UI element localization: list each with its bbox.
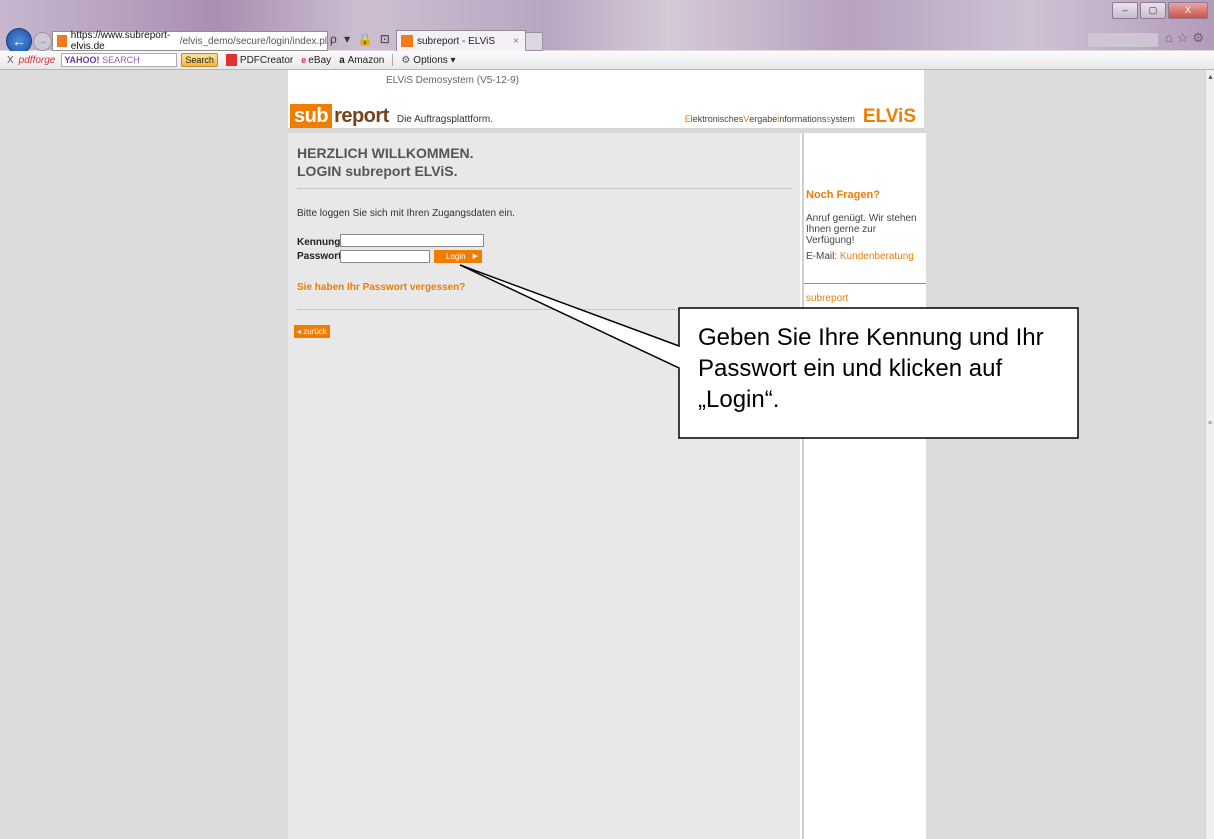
- amazon-link[interactable]: a Amazon: [339, 55, 384, 66]
- tab-title: subreport - ELViS: [417, 35, 496, 47]
- forgot-password-link[interactable]: Sie haben Ihr Passwort vergessen?: [297, 282, 465, 293]
- yahoo-placeholder: SEARCH: [102, 55, 140, 65]
- tab-close-icon[interactable]: ×: [513, 36, 519, 47]
- elvis-word-4: ystem: [830, 114, 855, 124]
- browser-search-box[interactable]: [1088, 33, 1158, 47]
- elvis-word-2: ergabe: [749, 114, 778, 124]
- ebay-icon: e: [301, 55, 307, 65]
- scroll-up-icon[interactable]: ▲: [1207, 74, 1214, 81]
- amazon-icon: a: [339, 54, 345, 66]
- options-label: Options ▾: [413, 54, 456, 66]
- browser-title-bar: – ▢ X ← → https://www.subreport-elvis.de…: [0, 0, 1214, 54]
- dotted-divider: [297, 188, 791, 189]
- elvis-header: Elektronisches Vergabe i nformations s ystem…: [685, 106, 916, 128]
- sidebar-divider: [804, 283, 926, 284]
- login-panel: HERZLICH WILLKOMMEN. LOGIN subreport ELV…: [288, 133, 800, 839]
- address-bar[interactable]: https://www.subreport-elvis.de/elvis_dem…: [52, 30, 328, 52]
- ebay-label: eBay: [308, 54, 332, 66]
- passwort-input[interactable]: [340, 250, 430, 263]
- settings-gear-icon[interactable]: ⚙: [1192, 30, 1208, 45]
- arrow-right-icon: ▶: [472, 253, 478, 260]
- login-button[interactable]: Login ▶: [434, 250, 482, 263]
- amazon-label: Amazon: [347, 54, 385, 66]
- pdfcreator-link[interactable]: PDFCreator: [225, 54, 294, 66]
- subreport-logo[interactable]: sub report Die Auftragsplattform.: [290, 104, 493, 128]
- help-sidebar: Noch Fragen? Anruf genügt. Wir stehen Ih…: [802, 133, 926, 839]
- email-label: E-Mail:: [806, 251, 840, 262]
- favorites-star-icon[interactable]: ☆: [1177, 30, 1193, 45]
- sidebar-question: Noch Fragen?: [806, 189, 880, 201]
- toolbar-divider: [392, 54, 394, 66]
- new-tab-button[interactable]: [525, 32, 543, 51]
- url-path: /elvis_demo/secure/login/index.pl: [179, 35, 327, 47]
- pdf-icon: [225, 54, 237, 66]
- url-host: https://www.subreport-elvis.de: [70, 30, 171, 52]
- toolbar-search-button[interactable]: Search: [181, 53, 218, 67]
- callout-text: Geben Sie Ihre Kennung und Ihr Passwort …: [698, 324, 1044, 413]
- browser-icons: ⌂☆⚙: [1165, 30, 1208, 46]
- elvis-logo: ELViS: [862, 106, 916, 127]
- demo-system-label: ELViS Demosystem (V5-12-9): [386, 75, 520, 86]
- kennung-label: Kennung: [297, 237, 341, 248]
- navigation-row: ← → https://www.subreport-elvis.de/elvis…: [0, 28, 1214, 54]
- ebay-link[interactable]: e eBay: [301, 55, 331, 66]
- site-favicon-icon: [57, 35, 67, 47]
- elvis-word-1: lektronisches: [690, 114, 744, 124]
- kennung-input[interactable]: [340, 234, 484, 247]
- maximize-button[interactable]: ▢: [1140, 2, 1166, 19]
- site-container: ELViS Demosystem (V5-12-9) sub report Di…: [288, 70, 926, 839]
- close-window-button[interactable]: X: [1168, 2, 1208, 19]
- yahoo-search-input[interactable]: YAHOO! SEARCH: [61, 53, 178, 67]
- dotted-divider: [297, 309, 791, 310]
- logo-sub: sub: [290, 104, 333, 128]
- login-instruction: Bitte loggen Sie sich mit Ihren Zugangsd…: [297, 208, 515, 219]
- pdfforge-logo[interactable]: pdfforge: [19, 55, 56, 66]
- sidebar-email: E-Mail: Kundenberatung: [806, 251, 914, 262]
- browser-toolbar: X pdfforge YAHOO! SEARCH Search PDFCreat…: [0, 51, 1214, 70]
- window-controls: – ▢ X: [1112, 2, 1208, 19]
- forward-button[interactable]: →: [33, 32, 52, 51]
- tagline: Die Auftragsplattform.: [396, 113, 494, 125]
- options-gear-icon: ⚙: [401, 54, 411, 66]
- back-link-button[interactable]: ◂ zurück: [294, 325, 330, 338]
- vertical-scrollbar[interactable]: ▲ ≡: [1205, 70, 1214, 839]
- tab-favicon-icon: [401, 35, 413, 47]
- login-button-label: Login: [446, 252, 466, 261]
- elvis-word-3: nformations: [779, 114, 827, 124]
- logo-report: report: [334, 104, 389, 127]
- pdfcreator-label: PDFCreator: [239, 54, 294, 66]
- email-link[interactable]: Kundenberatung: [840, 251, 914, 262]
- passwort-label: Passwort: [297, 251, 342, 262]
- sidebar-text: Anruf genügt. Wir stehen Ihnen gerne zur…: [806, 213, 917, 246]
- tab-subreport[interactable]: subreport - ELViS ×: [396, 30, 526, 51]
- options-menu[interactable]: ⚙ Options ▾: [401, 55, 455, 66]
- toolbar-close-icon[interactable]: X: [7, 55, 14, 66]
- yahoo-brand: YAHOO!: [64, 55, 100, 65]
- login-heading: LOGIN subreport ELViS.: [297, 163, 458, 179]
- scroll-grip-icon[interactable]: ≡: [1208, 420, 1212, 427]
- sidebar-company: subreport: [806, 293, 849, 304]
- welcome-heading: HERZLICH WILLKOMMEN.: [297, 145, 474, 161]
- home-icon[interactable]: ⌂: [1165, 30, 1177, 45]
- minimize-button[interactable]: –: [1112, 2, 1138, 19]
